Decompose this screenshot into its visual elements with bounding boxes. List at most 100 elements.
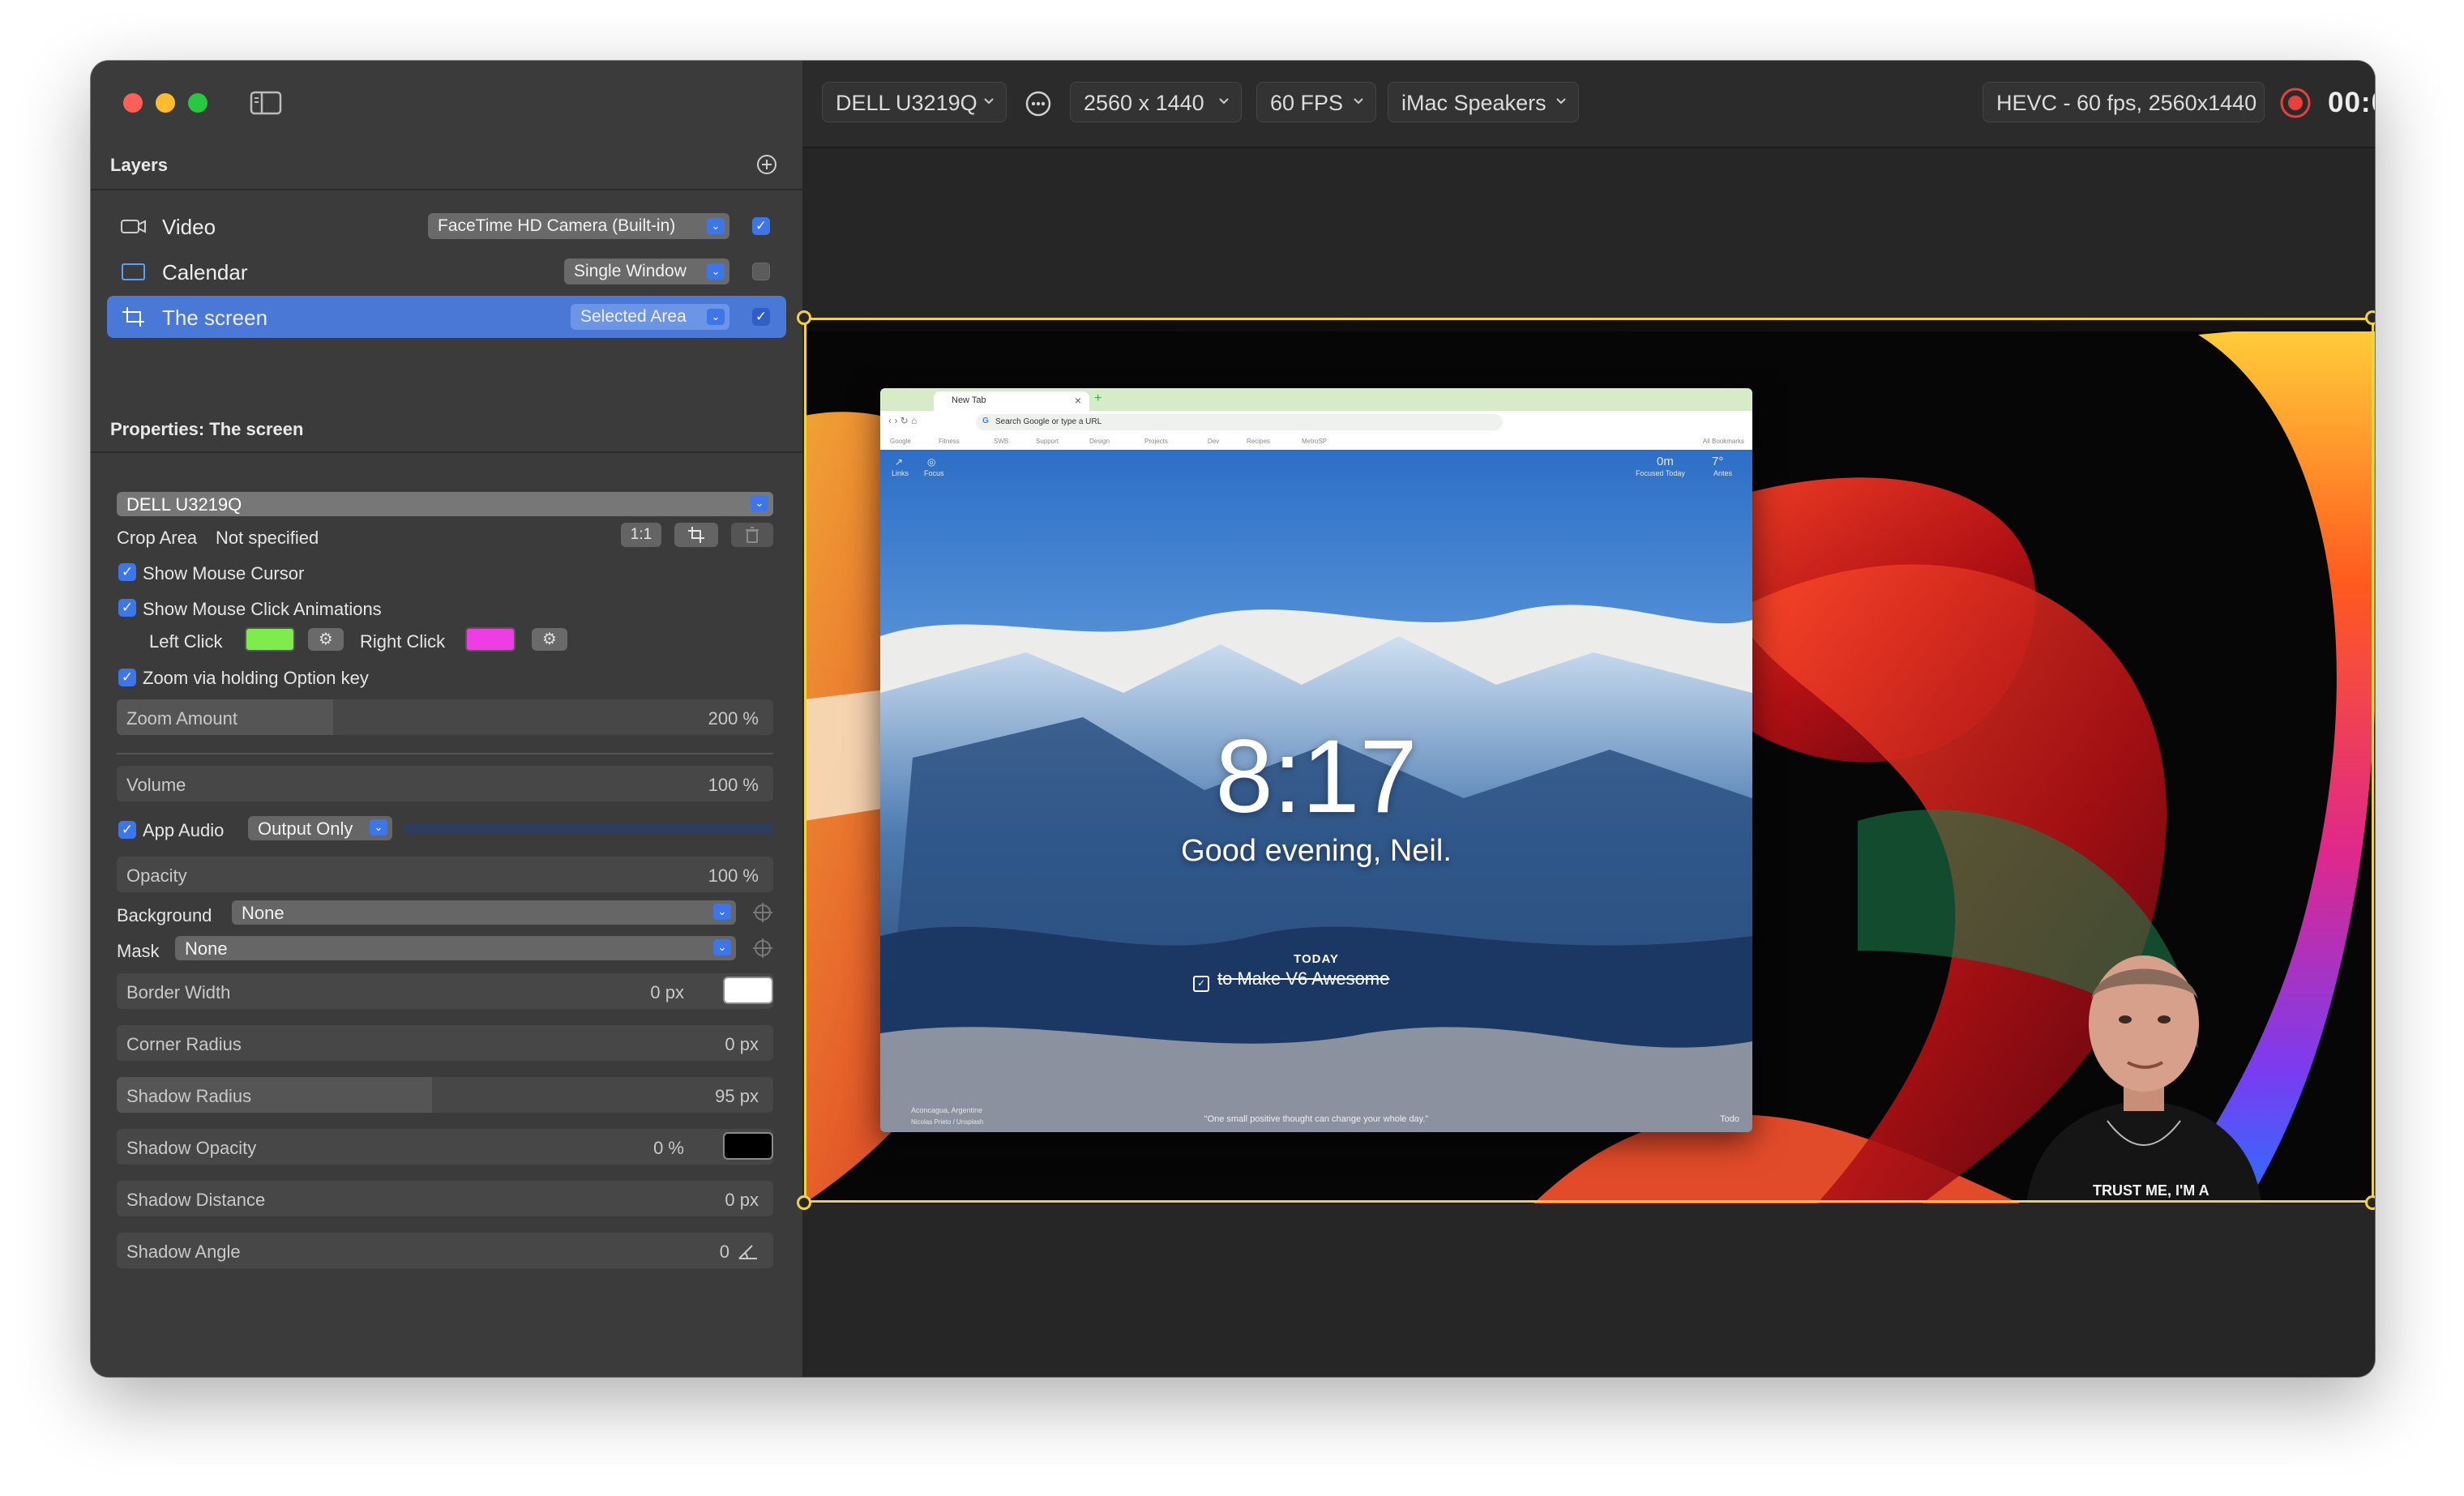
- layer-source-select[interactable]: FaceTime HD Camera (Built-in) ⌄: [428, 213, 729, 239]
- tab-title: New Tab: [952, 395, 986, 405]
- add-layer-icon[interactable]: [755, 153, 778, 176]
- record-button-icon[interactable]: [2279, 87, 2312, 119]
- left-click-label: Left Click: [149, 631, 223, 652]
- chevron-down-icon: ⌄: [751, 495, 768, 511]
- app-audio-mode-value: Output Only: [258, 819, 353, 839]
- shadow-distance-slider[interactable]: Shadow Distance 0 px: [117, 1181, 773, 1216]
- layer-row-the-screen[interactable]: The screen Selected Area ⌄ ✓: [107, 296, 786, 338]
- layers-title: Layers: [110, 155, 168, 175]
- toolbar: DELL U3219Q 2560 x 1440 60 FPS iMac Spea…: [802, 61, 2375, 148]
- minimize-window-button[interactable]: [156, 93, 175, 113]
- bookmark-item: Support: [1036, 438, 1059, 445]
- screen-preview[interactable]: New Tab × + ‹ › ↻ ⌂ G Search Google or t…: [804, 318, 2375, 1203]
- right-click-settings-button[interactable]: ⚙: [532, 628, 567, 651]
- layer-row-calendar[interactable]: Calendar Single Window ⌄: [107, 250, 786, 293]
- layer-enabled-checkbox[interactable]: [752, 263, 770, 280]
- more-options-icon[interactable]: [1025, 90, 1052, 118]
- crop-button[interactable]: [674, 523, 718, 547]
- layer-row-video[interactable]: Video FaceTime HD Camera (Built-in) ⌄ ✓: [107, 205, 786, 247]
- chevron-down-icon: ⌄: [370, 819, 387, 836]
- show-click-animations-label: Show Mouse Click Animations: [143, 599, 382, 619]
- volume-slider[interactable]: Volume 100 %: [117, 766, 773, 801]
- delete-crop-button[interactable]: [731, 523, 773, 547]
- bookmark-item: SWB: [994, 438, 1009, 445]
- right-click-label: Right Click: [360, 631, 446, 652]
- chevron-down-icon: ⌄: [707, 263, 725, 280]
- display-popup[interactable]: DELL U3219Q: [822, 82, 1007, 122]
- audio-output-popup[interactable]: iMac Speakers: [1388, 82, 1579, 122]
- zoom-option-checkbox[interactable]: ✓: [118, 669, 136, 686]
- resize-handle-top-right[interactable]: [2365, 310, 2375, 325]
- background-select[interactable]: None ⌄: [232, 900, 736, 925]
- url-placeholder: Search Google or type a URL: [995, 417, 1102, 426]
- main-area: DELL U3219Q 2560 x 1440 60 FPS iMac Spea…: [797, 61, 2375, 1377]
- close-window-button[interactable]: [123, 93, 143, 113]
- browser-address-bar: ‹ › ↻ ⌂ G Search Google or type a URL: [880, 411, 1752, 434]
- mask-label: Mask: [117, 941, 160, 961]
- target-icon[interactable]: [752, 902, 773, 923]
- resolution-popup[interactable]: 2560 x 1440: [1070, 82, 1242, 122]
- bookmark-item: Google: [890, 438, 911, 445]
- corner-radius-slider[interactable]: Corner Radius 0 px: [117, 1025, 773, 1061]
- slider-label: Shadow Angle: [126, 1242, 241, 1262]
- quote: “One small positive thought can change y…: [1204, 1114, 1429, 1124]
- app-audio-mode-select[interactable]: Output Only ⌄: [248, 816, 392, 840]
- layer-source-value: Single Window: [574, 262, 687, 280]
- shadow-radius-slider[interactable]: Shadow Radius 95 px: [117, 1077, 773, 1113]
- slider-value: 95 px: [715, 1086, 759, 1106]
- aspect-ratio-button[interactable]: 1:1: [621, 523, 661, 547]
- layer-source-select[interactable]: Selected Area ⌄: [571, 304, 729, 330]
- resize-handle-top-left[interactable]: [797, 310, 811, 325]
- shadow-angle-slider[interactable]: Shadow Angle 0: [117, 1233, 773, 1268]
- left-click-settings-button[interactable]: ⚙: [308, 628, 344, 651]
- zoom-window-button[interactable]: [188, 93, 207, 113]
- layer-enabled-checkbox[interactable]: ✓: [752, 308, 770, 326]
- fps-popup-value: 60 FPS: [1270, 91, 1344, 115]
- slider-value: 0 px: [725, 1034, 759, 1054]
- zoom-amount-slider[interactable]: Zoom Amount 200 %: [117, 699, 773, 735]
- layer-source-select[interactable]: Single Window ⌄: [564, 259, 729, 284]
- chevron-down-icon: [1556, 98, 1566, 105]
- shadow-color-well[interactable]: [723, 1132, 773, 1160]
- recording-timer: 00:00: [2328, 87, 2375, 118]
- bookmark-item: Fitness: [939, 438, 960, 445]
- crop-area-value: Not specified: [216, 528, 319, 548]
- opacity-slider[interactable]: Opacity 100 %: [117, 857, 773, 892]
- new-tab-page: ↗ Links ◎ Focus 0m Focused Today 7° Ante…: [880, 450, 1752, 1132]
- clock: 8:17: [1215, 719, 1418, 835]
- properties-divider: [91, 451, 802, 453]
- bookmark-item: Dev: [1208, 438, 1220, 445]
- sidebar-toggle-icon[interactable]: [250, 90, 282, 116]
- resize-handle-bottom-left[interactable]: [797, 1195, 811, 1210]
- slider-value: 100 %: [708, 866, 759, 886]
- app-audio-checkbox[interactable]: ✓: [118, 821, 136, 839]
- shadow-opacity-slider[interactable]: Shadow Opacity 0 %: [117, 1129, 773, 1165]
- layer-enabled-checkbox[interactable]: ✓: [752, 217, 770, 235]
- crop-area-label: Crop Area: [117, 528, 198, 548]
- show-mouse-cursor-checkbox[interactable]: ✓: [118, 563, 136, 581]
- right-click-color-well[interactable]: [465, 627, 515, 652]
- crop-icon: [122, 307, 144, 327]
- chevron-down-icon: ⌄: [707, 218, 725, 234]
- left-click-color-well[interactable]: [245, 627, 295, 652]
- weather-label: Antes: [1713, 469, 1733, 477]
- slider-label: Shadow Opacity: [126, 1138, 257, 1158]
- fps-popup[interactable]: 60 FPS: [1256, 82, 1376, 122]
- show-click-animations-checkbox[interactable]: ✓: [118, 599, 136, 617]
- resize-handle-bottom-right[interactable]: [2365, 1195, 2375, 1210]
- mask-select[interactable]: None ⌄: [175, 936, 736, 960]
- bookmark-item: Design: [1089, 438, 1110, 445]
- browser-tab-strip: New Tab × +: [880, 388, 1752, 411]
- window-icon: [122, 263, 145, 280]
- todo-link: Todo: [1720, 1114, 1739, 1124]
- display-select[interactable]: DELL U3219Q ⌄: [117, 492, 773, 516]
- target-icon[interactable]: [752, 938, 773, 959]
- todo-text: to Make V6 Awesome: [1217, 968, 1390, 989]
- codec-button[interactable]: HEVC - 60 fps, 2560x1440: [1983, 82, 2265, 122]
- codec-value: HEVC - 60 fps, 2560x1440: [1996, 91, 2257, 115]
- border-color-well[interactable]: [723, 977, 773, 1004]
- layer-name: The screen: [162, 306, 268, 330]
- border-width-slider[interactable]: Border Width 0 px: [117, 973, 773, 1009]
- focus-icon: ◎: [927, 456, 936, 468]
- chevron-down-icon: ⌄: [707, 309, 725, 325]
